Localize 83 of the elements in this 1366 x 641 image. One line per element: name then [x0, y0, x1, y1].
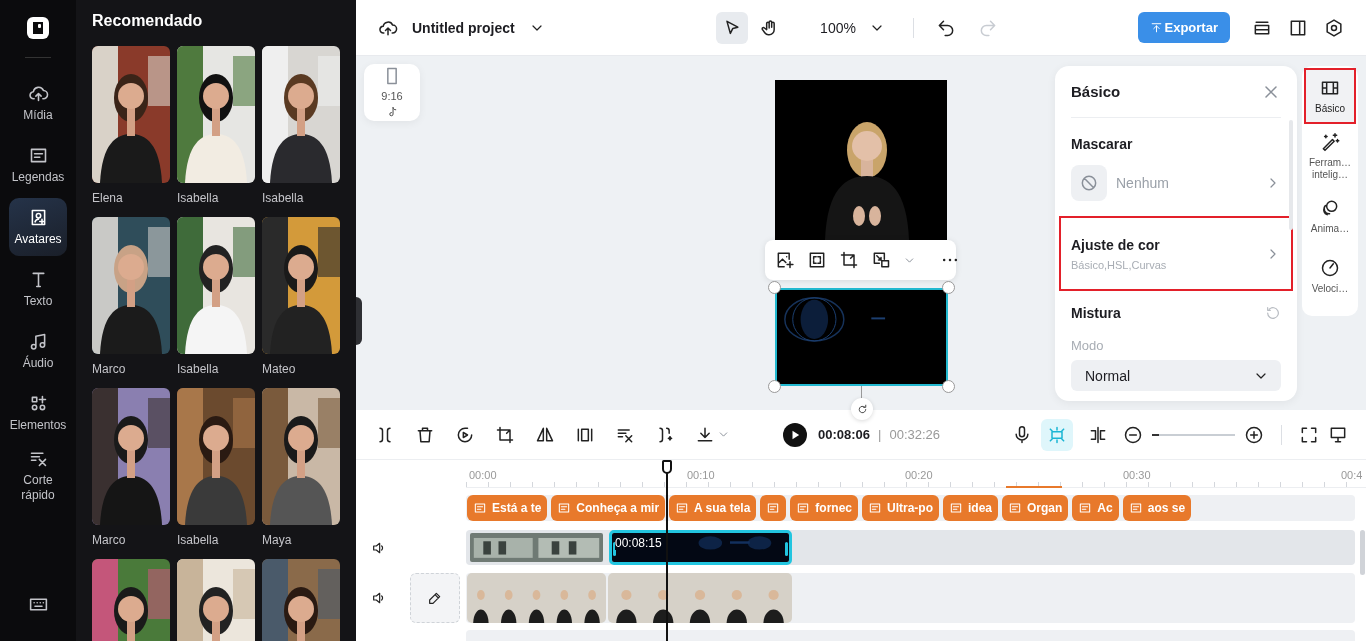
trim-handle[interactable] — [613, 542, 616, 556]
microphone-icon[interactable] — [1012, 424, 1032, 445]
captions-icon — [796, 501, 811, 515]
nav-item[interactable]: Elementos — [9, 384, 67, 442]
property-tab[interactable]: Básico — [1304, 68, 1356, 124]
ruler-label: 00:00 — [468, 468, 498, 483]
nav-item[interactable]: Áudio — [9, 322, 67, 380]
captions-icon — [1078, 501, 1093, 515]
magnet-icon — [1047, 424, 1067, 445]
ban-icon — [1079, 173, 1099, 193]
time-separator: | — [878, 427, 882, 442]
resize-handle[interactable] — [768, 380, 781, 393]
nav-item[interactable]: Legendas — [9, 136, 67, 194]
crop-icon[interactable] — [839, 250, 859, 270]
blend-mode-dropdown[interactable]: Normal — [1071, 360, 1281, 391]
zoom-slider[interactable] — [1152, 433, 1235, 436]
captions-icon — [473, 501, 487, 515]
replace-icon[interactable] — [871, 250, 891, 270]
panel-title: Recomendado — [92, 11, 204, 31]
total-time: 00:32:26 — [889, 427, 941, 442]
avatar-name: Maya — [262, 532, 293, 549]
format-card[interactable]: 9:16 — [364, 64, 420, 121]
upload-icon — [1149, 21, 1163, 34]
range-marker — [1006, 486, 1062, 488]
resize-handle[interactable] — [768, 281, 781, 294]
ruler-label: 00:30 — [1122, 468, 1152, 483]
zoom-in-icon[interactable] — [1244, 424, 1264, 445]
field-label: Modo — [1071, 338, 1105, 353]
avatar-name: Isabella — [177, 361, 220, 378]
captions-icon — [675, 501, 690, 515]
color-adjust-option[interactable]: Ajuste de cor Básico,HSL,Curvas — [1059, 216, 1293, 291]
panel-title: Básico — [1071, 83, 1121, 100]
snap-toggle[interactable] — [1041, 418, 1073, 451]
ruler-label: 00:20 — [904, 468, 934, 483]
property-tab[interactable]: Veloci… — [1304, 248, 1356, 304]
collapse-handle[interactable] — [356, 297, 362, 345]
captions-icon — [1008, 501, 1022, 515]
current-time: 00:08:06 — [818, 427, 871, 442]
avatar-name: Isabella — [177, 190, 220, 207]
caption-clip[interactable] — [760, 495, 787, 521]
nav-item[interactable]: Texto — [9, 260, 67, 318]
avatar-name: Isabella — [262, 190, 305, 207]
captions-icon — [1128, 501, 1143, 515]
frame-icon[interactable] — [807, 250, 827, 270]
zoom-dropdown[interactable]: 100% — [812, 19, 885, 36]
resize-handle[interactable] — [942, 380, 955, 393]
video-clip[interactable]: 00:08:15 — [609, 530, 792, 565]
speedometer-icon — [1320, 257, 1340, 278]
zoom-out-icon[interactable] — [1123, 424, 1143, 445]
resize-handle[interactable] — [942, 281, 955, 294]
avatar-name: Marco — [92, 532, 127, 549]
magic-wand-icon — [1320, 131, 1340, 152]
settings-icon[interactable] — [1324, 17, 1344, 38]
image-add-icon[interactable] — [775, 250, 795, 270]
ruler-label: 00:4 — [1340, 468, 1364, 483]
nav-item[interactable]: Mídia — [9, 74, 67, 132]
ruler-label: 00:10 — [686, 468, 716, 483]
nav-item[interactable]: Avatares — [9, 198, 67, 256]
crop-icon[interactable] — [495, 424, 515, 445]
nav-item[interactable]: Corte rápido — [9, 446, 67, 504]
aspect-ratio: 9:16 — [381, 90, 403, 102]
logo-icon — [26, 16, 50, 40]
captions-icon — [868, 501, 882, 515]
pointer-tool[interactable] — [716, 11, 749, 44]
avatar-name: Mateo — [262, 361, 297, 378]
scrollbar[interactable] — [1360, 530, 1365, 575]
captions-icon — [557, 501, 572, 515]
avatar-name: Marco — [92, 361, 127, 378]
captions-icon — [766, 501, 781, 515]
property-tab[interactable]: Anima… — [1304, 188, 1356, 244]
play-button[interactable] — [783, 422, 807, 447]
section-label: Mistura — [1071, 305, 1121, 321]
pencil-icon — [427, 590, 443, 606]
avatar-name: Elena — [92, 190, 124, 207]
split-view-icon — [1088, 424, 1108, 445]
captions-icon — [949, 501, 963, 515]
project-title[interactable]: Untitled project — [412, 19, 515, 36]
trim-handle[interactable] — [785, 542, 788, 556]
section-label: Mascarar — [1071, 136, 1134, 152]
rotate-handle[interactable] — [851, 398, 873, 420]
property-tab[interactable]: Ferram… intelig… — [1304, 128, 1356, 184]
avatar-name: Isabella — [177, 532, 220, 549]
clip-duration: 00:08:15 — [615, 536, 662, 550]
